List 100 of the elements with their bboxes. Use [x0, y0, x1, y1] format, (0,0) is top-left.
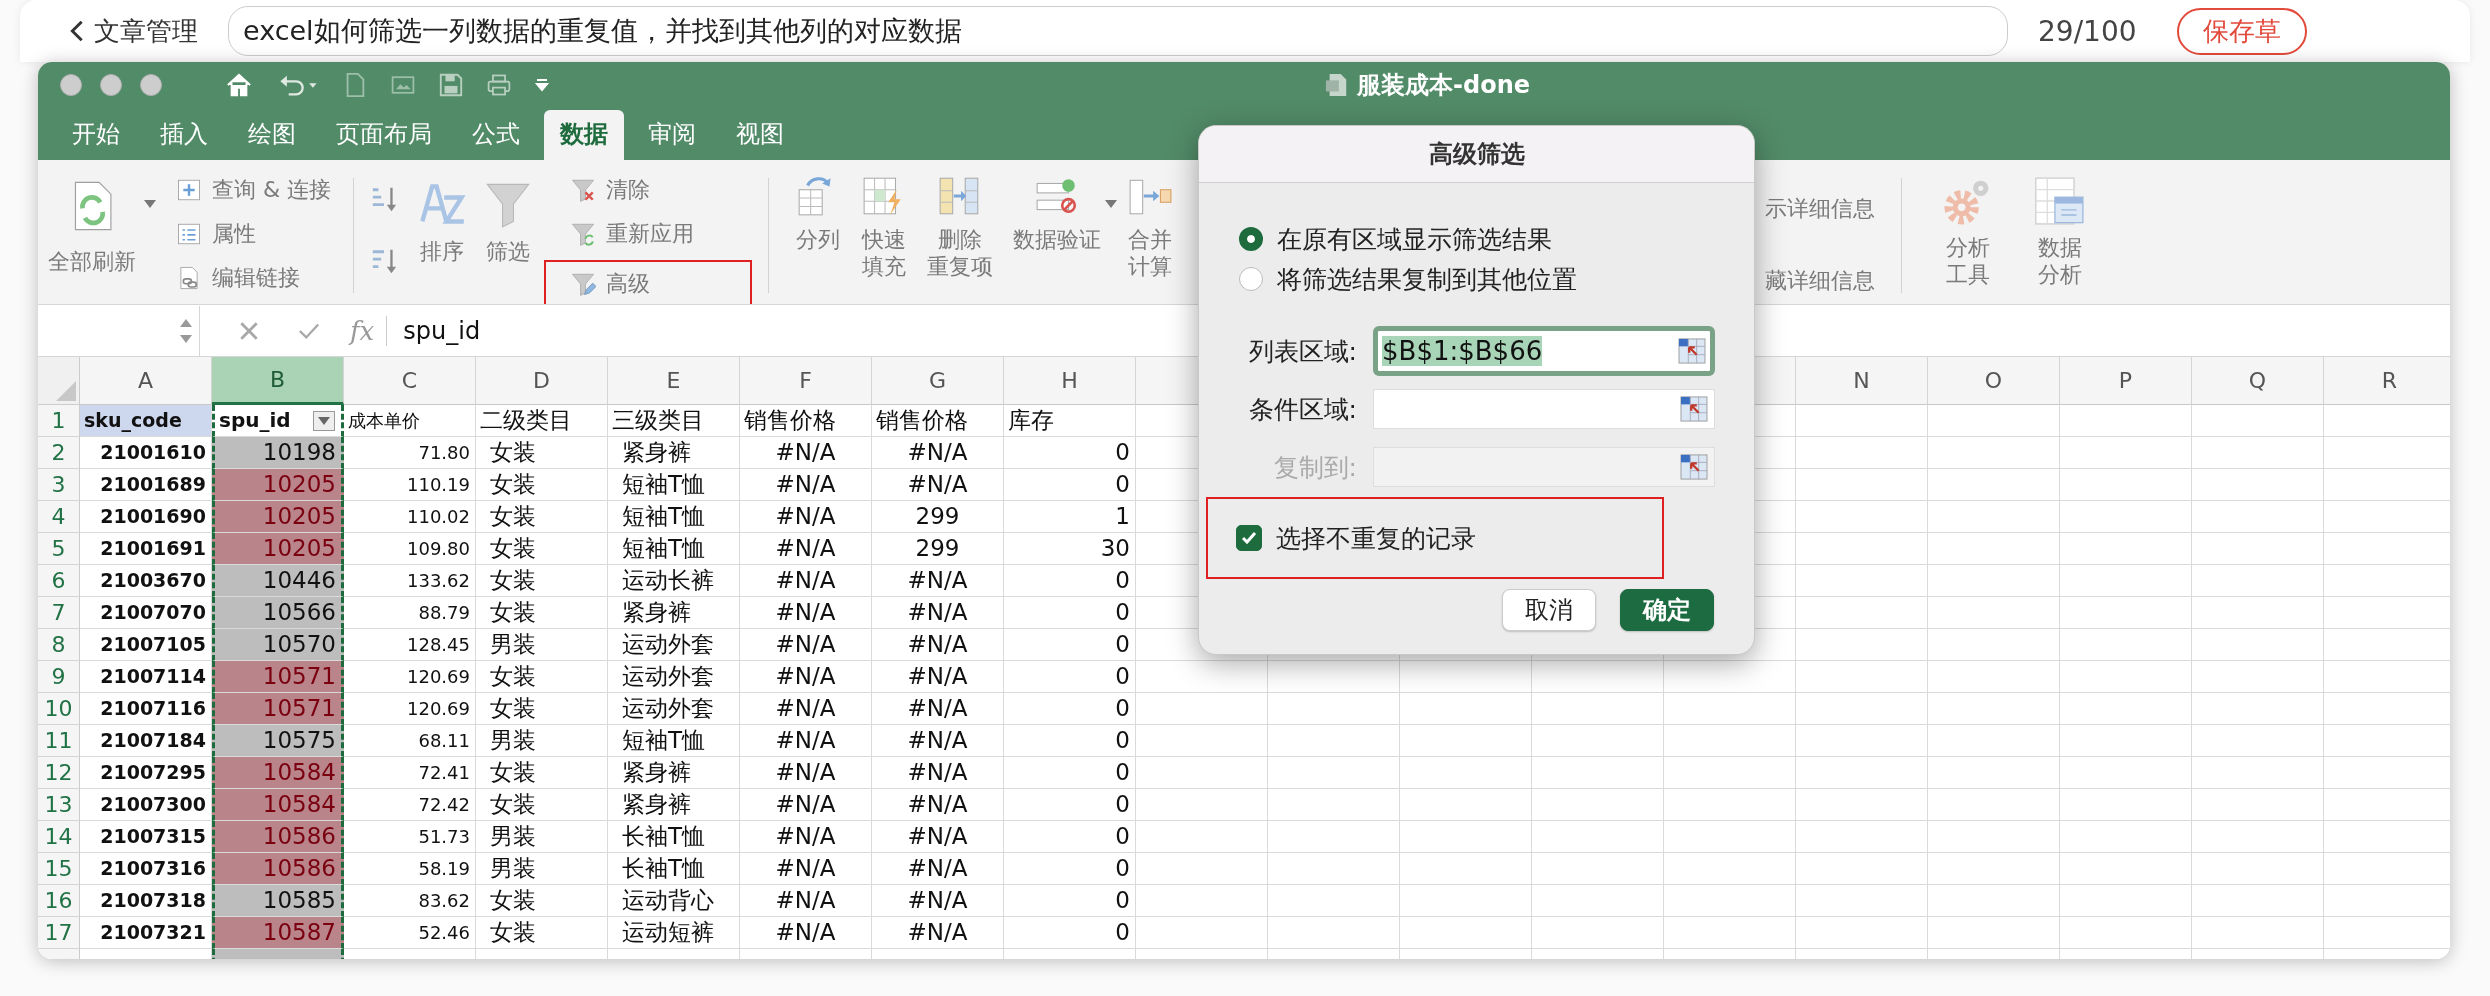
- column-header[interactable]: C: [344, 357, 476, 405]
- column-header[interactable]: N: [1796, 357, 1928, 405]
- filter-dropdown-button[interactable]: [313, 410, 335, 431]
- radio-option[interactable]: 将筛选结果复制到其他位置: [1199, 259, 1754, 299]
- caret-icon[interactable]: [318, 416, 330, 425]
- column-header[interactable]: D: [476, 357, 608, 405]
- minimize-button[interactable]: [100, 74, 122, 96]
- range-field[interactable]: [1373, 389, 1715, 429]
- row-number[interactable]: 5: [38, 533, 80, 565]
- row-number[interactable]: 15: [38, 853, 80, 885]
- select-all-icon[interactable]: [56, 381, 76, 401]
- ribbon-tab[interactable]: 绘图: [232, 110, 312, 160]
- column-header[interactable]: G: [872, 357, 1004, 405]
- column-header[interactable]: B: [212, 357, 344, 405]
- ribbon-button[interactable]: 重新应用: [544, 214, 753, 254]
- row-number[interactable]: 16: [38, 885, 80, 917]
- column-header[interactable]: Q: [2192, 357, 2324, 405]
- sheet-cell: #N/A: [740, 789, 872, 821]
- range-picker-icon[interactable]: [1680, 396, 1708, 422]
- row-number[interactable]: 1: [38, 405, 80, 437]
- refresh-all-button[interactable]: 全部刷新: [42, 176, 142, 279]
- row-number[interactable]: 3: [38, 469, 80, 501]
- ribbon-button[interactable]: 合并 计算: [1117, 170, 1184, 284]
- ribbon-button[interactable]: 属性: [170, 214, 338, 254]
- customize-caret-icon[interactable]: [534, 77, 550, 93]
- select-all-button[interactable]: [38, 357, 80, 405]
- ribbon-button[interactable]: 藏详细信息: [1755, 262, 1885, 300]
- ribbon-button[interactable]: 分列: [785, 170, 852, 257]
- insert-function-button[interactable]: fx: [350, 315, 375, 346]
- ribbon-tab[interactable]: 页面布局: [320, 110, 448, 160]
- row-number[interactable]: 2: [38, 437, 80, 469]
- column-header[interactable]: E: [608, 357, 740, 405]
- close-button[interactable]: [60, 74, 82, 96]
- back-icon[interactable]: [70, 19, 84, 43]
- row-number[interactable]: 17: [38, 917, 80, 949]
- ok-button[interactable]: 确定: [1620, 589, 1714, 631]
- column-header[interactable]: H: [1004, 357, 1136, 405]
- checkbox[interactable]: 选择不重复的记录: [1236, 521, 1476, 555]
- column-header[interactable]: A: [80, 357, 212, 405]
- row-number[interactable]: 7: [38, 597, 80, 629]
- sheet-cell: #N/A: [872, 597, 1004, 629]
- column-header[interactable]: P: [2060, 357, 2192, 405]
- back-link[interactable]: 文章管理: [94, 13, 198, 49]
- sheet-cell: 83.62: [344, 885, 476, 917]
- ribbon-button[interactable]: 数据验证: [1003, 170, 1112, 257]
- row-number[interactable]: 11: [38, 725, 80, 757]
- sheet-cell: sku_code: [80, 405, 212, 437]
- home-icon[interactable]: [224, 72, 254, 98]
- ribbon-button[interactable]: 查询 & 连接: [170, 170, 338, 210]
- ribbon-tab[interactable]: 视图: [720, 110, 800, 160]
- sheet-cell: 110.02: [344, 501, 476, 533]
- filter-button[interactable]: 筛选: [478, 174, 539, 269]
- print-icon[interactable]: [486, 72, 512, 98]
- row-number[interactable]: 14: [38, 821, 80, 853]
- advanced-filter-icon: [570, 271, 597, 297]
- radio-option[interactable]: 在原有区域显示筛选结果: [1199, 219, 1754, 259]
- ribbon-tab[interactable]: 公式: [456, 110, 536, 160]
- column-header[interactable]: R: [2324, 357, 2450, 405]
- ribbon-button[interactable]: 清除: [544, 170, 753, 210]
- ribbon-tab[interactable]: 开始: [56, 110, 136, 160]
- sheet-cell: 长袖T恤: [608, 853, 740, 885]
- ribbon-button[interactable]: 示详细信息: [1755, 190, 1885, 228]
- row-number[interactable]: 4: [38, 501, 80, 533]
- sort-button[interactable]: 排序: [412, 174, 473, 269]
- sheet-cell: #N/A: [740, 725, 872, 757]
- row-number[interactable]: 12: [38, 757, 80, 789]
- sheet-cell: #N/A: [872, 437, 1004, 469]
- cancel-button[interactable]: 取消: [1502, 589, 1596, 631]
- sheet-cell: 运动背心: [608, 885, 740, 917]
- sheet-cell: 0: [1004, 661, 1136, 693]
- zoom-button[interactable]: [140, 74, 162, 96]
- range-field[interactable]: $B$1:$B$66: [1373, 326, 1715, 376]
- ribbon-tab[interactable]: 插入: [144, 110, 224, 160]
- ribbon-button[interactable]: 数据 分析: [2018, 170, 2102, 292]
- sheet-cell: 10198: [212, 437, 344, 469]
- row-number[interactable]: 13: [38, 789, 80, 821]
- ribbon-tab[interactable]: 数据: [544, 110, 624, 160]
- save-icon[interactable]: [438, 72, 464, 98]
- save-draft-button[interactable]: 保存草: [2176, 7, 2307, 55]
- ribbon-button[interactable]: 删除 重复项: [917, 170, 1004, 284]
- sheet-cell: 女装: [476, 661, 608, 693]
- caret-icon[interactable]: [144, 200, 156, 208]
- ribbon-button[interactable]: 分析 工具: [1926, 170, 2010, 292]
- sheet-cell: #N/A: [740, 917, 872, 949]
- column-header[interactable]: F: [740, 357, 872, 405]
- row-number[interactable]: 6: [38, 565, 80, 597]
- sheet-cell: 0: [1004, 469, 1136, 501]
- caret-icon[interactable]: [1105, 200, 1118, 208]
- ribbon-tab[interactable]: 审阅: [632, 110, 712, 160]
- row-number[interactable]: 8: [38, 629, 80, 661]
- ribbon-button[interactable]: 快速 填充: [851, 170, 918, 284]
- ribbon-button[interactable]: 编辑链接: [170, 258, 338, 298]
- title-field[interactable]: excel如何筛选一列数据的重复值，并找到其他列的对应数据: [228, 6, 2008, 56]
- formula-input[interactable]: spu_id: [403, 316, 481, 345]
- range-picker-icon[interactable]: [1678, 338, 1706, 364]
- row-number[interactable]: 9: [38, 661, 80, 693]
- column-header[interactable]: O: [1928, 357, 2060, 405]
- sheet-cell: 紧身裤: [608, 789, 740, 821]
- row-number[interactable]: 10: [38, 693, 80, 725]
- sheet-cell: #N/A: [872, 629, 1004, 661]
